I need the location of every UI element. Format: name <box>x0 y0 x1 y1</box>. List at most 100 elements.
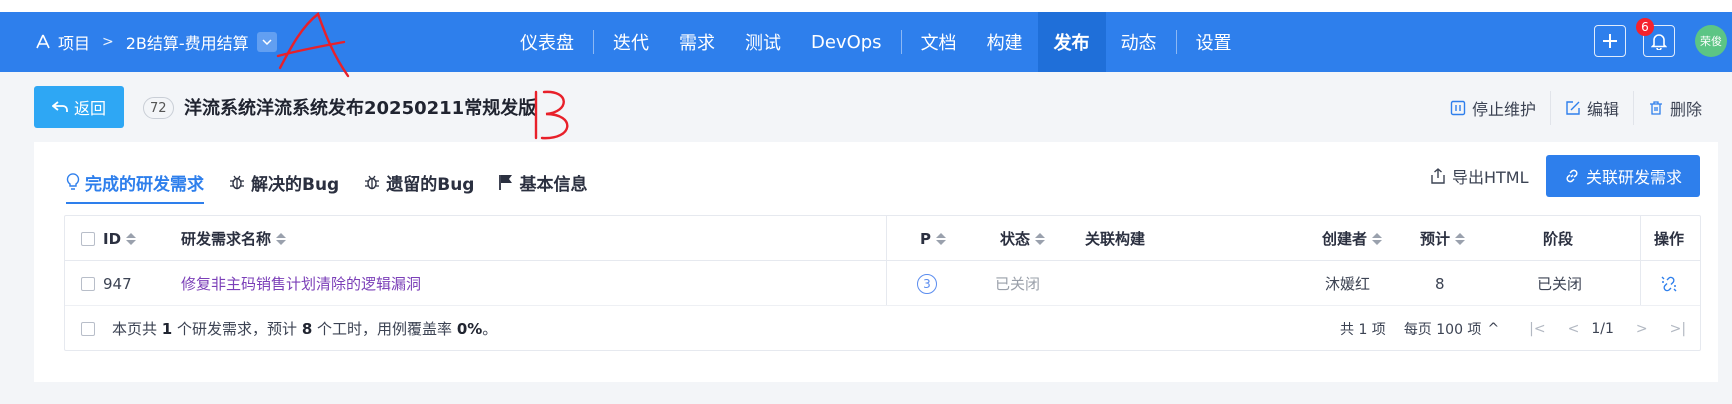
footer-summary: 本页共 1 个研发需求，预计 8 个工时，用例覆盖率 0%。 <box>112 306 497 351</box>
sort-icon <box>126 232 137 245</box>
summary-end: 。 <box>482 320 498 338</box>
edit-button[interactable]: 编辑 <box>1551 96 1633 120</box>
tab-completed-requirements[interactable]: 完成的研发需求 <box>66 160 204 204</box>
summary-prefix: 本页共 <box>112 320 158 338</box>
column-estimate-label: 预计 <box>1420 230 1451 248</box>
row-name-link[interactable]: 修复非主码销售计划清除的逻辑漏洞 <box>181 261 421 306</box>
column-estimate[interactable]: 预计 <box>1420 216 1466 261</box>
column-priority[interactable]: P <box>920 216 946 261</box>
project-name[interactable]: 2B结算-费用结算 <box>126 30 249 54</box>
link-icon <box>1566 169 1578 183</box>
sort-icon <box>1455 232 1466 245</box>
row-stage: 已关闭 <box>1537 275 1583 293</box>
edit-icon <box>1566 101 1580 115</box>
bell-icon <box>1651 34 1667 50</box>
export-label: 导出HTML <box>1452 168 1529 187</box>
top-navbar: 项目 > 2B结算-费用结算 仪表盘 迭代 需求 测试 DevOps 文档 构建… <box>0 12 1732 72</box>
plus-icon <box>1603 34 1617 48</box>
column-stage: 阶段 <box>1543 216 1573 261</box>
nav-divider <box>900 30 902 54</box>
select-all-checkbox[interactable] <box>81 231 95 246</box>
column-build: 关联构建 <box>1085 216 1145 261</box>
release-id-badge: 72 <box>143 97 174 119</box>
total-count: 共 1 项 <box>1340 321 1386 338</box>
sort-icon <box>1372 232 1383 245</box>
page-indicator: 1/1 <box>1591 320 1614 337</box>
chevron-right-icon: > <box>102 34 114 50</box>
nav-docs[interactable]: 文档 <box>906 12 972 72</box>
link-requirements-button[interactable]: 关联研发需求 <box>1546 155 1700 197</box>
back-button[interactable]: 返回 <box>34 86 124 128</box>
column-status-label: 状态 <box>1000 230 1031 248</box>
prev-page-icon[interactable]: < <box>1568 321 1580 337</box>
unlink-button[interactable] <box>1660 261 1678 306</box>
requirements-table: ID 研发需求名称 P 状态 关联构建 创建者 预计 阶段 操作 947 修复非… <box>64 215 1701 351</box>
page-size-select[interactable]: 每页 100 项 ^ <box>1404 319 1499 339</box>
next-page-icon[interactable]: > <box>1636 321 1648 337</box>
lightbulb-icon <box>66 173 80 190</box>
row-checkbox[interactable] <box>81 276 95 291</box>
nav-requirements[interactable]: 需求 <box>664 12 730 72</box>
column-actions: 操作 <box>1654 216 1684 261</box>
nav-divider <box>593 30 594 54</box>
column-creator[interactable]: 创建者 <box>1322 216 1383 261</box>
column-stage-label: 阶段 <box>1543 230 1574 248</box>
summary-count: 1 <box>161 319 173 338</box>
notification-badge: 6 <box>1636 18 1654 36</box>
column-actions-label: 操作 <box>1654 230 1685 248</box>
column-priority-label: P <box>920 229 931 248</box>
column-status[interactable]: 状态 <box>1000 216 1046 261</box>
sort-icon <box>276 232 287 245</box>
tab-remaining-bugs[interactable]: 遗留的Bug <box>363 160 474 204</box>
page-size-label: 每页 100 项 <box>1403 321 1482 338</box>
avatar[interactable]: 荣俊 <box>1695 25 1727 57</box>
nav-build[interactable]: 构建 <box>972 12 1038 72</box>
summary-coverage: 0% <box>456 319 483 338</box>
nav-devops[interactable]: DevOps <box>796 12 897 72</box>
export-icon <box>1431 168 1445 184</box>
page-title: 洋流系统洋流系统发布20250211常规发版 <box>184 98 537 119</box>
column-name[interactable]: 研发需求名称 <box>181 216 287 261</box>
export-html-button[interactable]: 导出HTML <box>1430 162 1529 190</box>
pause-icon <box>1450 100 1466 116</box>
column-id[interactable]: ID <box>103 216 137 261</box>
tab-label: 完成的研发需求 <box>85 174 204 195</box>
column-name-label: 研发需求名称 <box>181 230 272 248</box>
tab-bar: 完成的研发需求 解决的Bug 遗留的Bug 基本信息 <box>66 160 587 204</box>
column-id-label: ID <box>103 229 122 248</box>
tab-label: 解决的Bug <box>251 174 340 195</box>
nav-testing[interactable]: 测试 <box>730 12 796 72</box>
sort-icon <box>936 232 946 245</box>
stop-maintenance-label: 停止维护 <box>1471 100 1536 119</box>
breadcrumb: 项目 > 2B结算-费用结算 <box>34 12 277 72</box>
table-header: ID 研发需求名称 P 状态 关联构建 创建者 预计 阶段 操作 <box>65 216 1700 261</box>
nav-dashboard[interactable]: 仪表盘 <box>505 12 589 72</box>
nav-activity[interactable]: 动态 <box>1106 12 1172 72</box>
first-page-icon[interactable]: |< <box>1529 321 1545 337</box>
table-footer: 本页共 1 个研发需求，预计 8 个工时，用例覆盖率 0%。 共 1 项 每页 … <box>65 306 1700 351</box>
nav-iteration[interactable]: 迭代 <box>598 12 664 72</box>
tab-label: 基本信息 <box>519 174 588 195</box>
tab-resolved-bugs[interactable]: 解决的Bug <box>228 160 339 204</box>
stop-maintenance-button[interactable]: 停止维护 <box>1436 96 1550 120</box>
nav-settings[interactable]: 设置 <box>1181 12 1247 72</box>
link-requirements-label: 关联研发需求 <box>1585 168 1682 187</box>
bug-icon <box>230 175 244 190</box>
create-button[interactable] <box>1594 25 1626 57</box>
delete-button[interactable]: 删除 <box>1634 96 1716 120</box>
footer-checkbox[interactable] <box>81 321 95 336</box>
row-id: 947 <box>103 274 132 293</box>
breadcrumb-root[interactable]: 项目 <box>58 30 90 54</box>
tab-basic-info[interactable]: 基本信息 <box>498 160 587 204</box>
back-label: 返回 <box>73 99 106 118</box>
header-actions: 停止维护 编辑 删除 <box>1436 88 1716 128</box>
edit-label: 编辑 <box>1586 100 1619 119</box>
delete-label: 删除 <box>1669 100 1702 119</box>
summary-hours: 8 <box>301 319 313 338</box>
tab-label: 遗留的Bug <box>386 174 475 195</box>
nav-release[interactable]: 发布 <box>1037 12 1106 72</box>
last-page-icon[interactable]: >| <box>1670 321 1686 337</box>
pagination: 共 1 项 每页 100 项 ^ |< < 1/1 > >| <box>1340 306 1686 351</box>
project-icon <box>36 34 50 49</box>
unlink-icon <box>1661 276 1677 291</box>
